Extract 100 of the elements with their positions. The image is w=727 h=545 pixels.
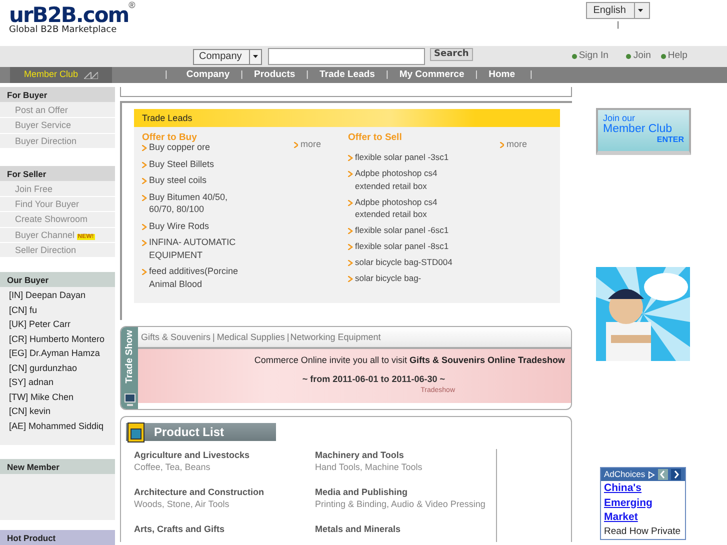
lead-link[interactable]: Buy Bitumen 40/50, 60/70, 80/100 — [149, 190, 246, 216]
category-link[interactable]: Networking Equipment — [290, 332, 381, 342]
lead-link[interactable]: Buy steel coils — [149, 174, 207, 186]
search-field[interactable] — [268, 48, 425, 65]
logo-text[interactable]: urB2B.com — [9, 4, 129, 26]
category-separator: | — [286, 332, 290, 342]
member-club-tab[interactable]: Member Club — [10, 67, 112, 83]
nav-separator: | — [240, 68, 243, 82]
product-list-header: Product List — [126, 423, 276, 441]
buyer-link[interactable]: [UK] Peter Carr — [0, 317, 115, 332]
buyer-link[interactable]: [IN] Deepan Dayan — [0, 288, 115, 303]
section-header: For Buyer — [0, 87, 115, 102]
caret-icon — [253, 54, 258, 58]
vertical-label: Trade Show — [124, 330, 134, 384]
ad-link[interactable]: China's Emerging Market — [601, 481, 671, 524]
buyer-link[interactable]: [CN] kevin — [0, 404, 115, 419]
nav-separator: | — [475, 68, 478, 82]
lead-link[interactable]: flexible solar panel -3sc1 — [355, 151, 449, 164]
lead-link[interactable]: flexible solar panel -8sc1 — [355, 240, 449, 252]
buyer-link[interactable]: [EG] Dr.Ayman Hamza — [0, 346, 115, 361]
buyer-link[interactable]: [SY] adnan — [0, 375, 115, 390]
category-title[interactable]: Machinery and Tools — [315, 449, 496, 461]
chevron-icon — [142, 162, 147, 168]
top-link[interactable]: Join — [626, 49, 651, 64]
folder-icon — [126, 421, 146, 443]
more-link[interactable]: more — [500, 138, 527, 152]
chevron-icon — [142, 269, 147, 275]
subcategory-text: Printing & Binding, Audio & Video Pressing — [315, 498, 486, 510]
category-title[interactable]: Architecture and Construction — [134, 486, 315, 498]
play-icon — [648, 470, 656, 478]
category-link[interactable]: Gifts & Souvenirs — [141, 332, 211, 342]
dot-icon — [626, 54, 632, 59]
section-header: For Seller — [0, 166, 115, 181]
nav-link[interactable]: Company — [186, 68, 230, 82]
chevron-icon — [348, 228, 353, 234]
language-select[interactable]: English — [586, 2, 650, 20]
logo-tagline: Global B2B Marketplace — [9, 26, 118, 34]
buyer-link[interactable]: [CR] Humberto Montero — [0, 332, 115, 346]
arrow-icon — [84, 72, 98, 78]
chevron-icon — [348, 244, 353, 250]
buyer-link[interactable]: [TW] Mike Chen — [0, 390, 115, 404]
chevron-icon — [348, 171, 353, 177]
chevron-icon — [500, 142, 504, 148]
registered-mark: ® — [128, 0, 136, 12]
nav-separator: | — [530, 68, 532, 82]
category-title[interactable]: Arts, Crafts and Gifts — [134, 523, 315, 535]
top-link[interactable]: Help — [660, 49, 688, 64]
buyer-link[interactable]: [CN] gurdunzhao — [0, 360, 115, 376]
lead-link[interactable]: flexible solar panel -6sc1 — [355, 224, 449, 236]
lead-link[interactable]: solar bicycle bag-STD004 — [355, 256, 452, 268]
lead-link[interactable]: Buy copper ore — [149, 141, 210, 154]
subcategory-text: Woods, Stone, Air Tools — [134, 498, 230, 510]
section-header: Hot Product — [0, 530, 115, 545]
buyer-link[interactable]: [CN] fu — [0, 302, 115, 318]
category-title[interactable]: Metals and Minerals — [315, 523, 496, 535]
nav-link[interactable]: Trade Leads — [320, 68, 375, 82]
top-link[interactable]: Sign In — [572, 49, 608, 64]
lead-link[interactable]: Buy Steel Billets — [149, 158, 214, 170]
lead-link[interactable]: feed additives(Porcine Animal Blood — [149, 265, 246, 290]
chevron-icon — [348, 260, 353, 266]
category-separator: | — [212, 332, 215, 342]
lead-link[interactable]: Buy Wire Rods — [149, 220, 210, 232]
category-title[interactable]: Agriculture and Livestocks — [134, 449, 315, 461]
nav-link[interactable]: Home — [488, 68, 516, 82]
chevron-icon — [142, 145, 147, 151]
chevron-icon — [348, 155, 353, 161]
banner-dates: ~ from 2011-06-01 to 2011-06-30 ~ — [302, 372, 445, 386]
section-header: Our Buyer — [0, 272, 115, 288]
nav-separator: | — [165, 68, 168, 82]
column-title: Offer to Sell — [348, 131, 403, 143]
banner-text: Commerce Online invite you all to visit Gifts & Souvenirs Online Tradeshow — [254, 354, 565, 367]
nav-link[interactable]: My Commerce — [399, 68, 464, 82]
category-select[interactable]: Company — [193, 48, 262, 64]
category-link[interactable]: Medical Supplies — [216, 332, 285, 342]
chevron-icon — [348, 276, 353, 282]
nav-link[interactable]: Products — [254, 68, 296, 82]
chevron-icon — [142, 178, 147, 184]
chevron-icon — [142, 194, 147, 200]
nav-separator: | — [306, 68, 309, 82]
chevron-icon — [348, 200, 353, 206]
search-button[interactable]: Search — [430, 48, 473, 61]
lead-link[interactable]: INFINA- AUTOMATIC EQUIPMENT — [149, 236, 246, 261]
divider-mark: | — [617, 19, 620, 32]
lead-link[interactable]: Adpbe photoshop cs4 extended retail box — [355, 196, 470, 220]
category-title[interactable]: Media and Publishing — [315, 486, 496, 498]
subcategory-text: Coffee, Tea, Beans — [134, 461, 212, 473]
more-link[interactable]: more — [294, 138, 321, 152]
column-title: Offer to Buy — [142, 131, 198, 143]
ad-text: Read How Private — [603, 524, 682, 538]
monitor-icon — [124, 393, 136, 407]
caret-icon — [638, 9, 643, 12]
chevron-icon — [142, 240, 147, 246]
chevron-icon — [142, 224, 147, 230]
nav-separator: | — [386, 68, 388, 82]
section-header: New Member — [0, 459, 115, 474]
lead-link[interactable]: Adpbe photoshop cs4 extended retail box — [355, 167, 470, 192]
lead-link[interactable]: solar bicycle bag- — [355, 272, 422, 284]
chevron-icon — [294, 142, 298, 148]
buyer-link[interactable]: [AE] Mohammed Siddiq — [0, 418, 115, 434]
subcategory-text: Hand Tools, Machine Tools — [315, 461, 424, 473]
